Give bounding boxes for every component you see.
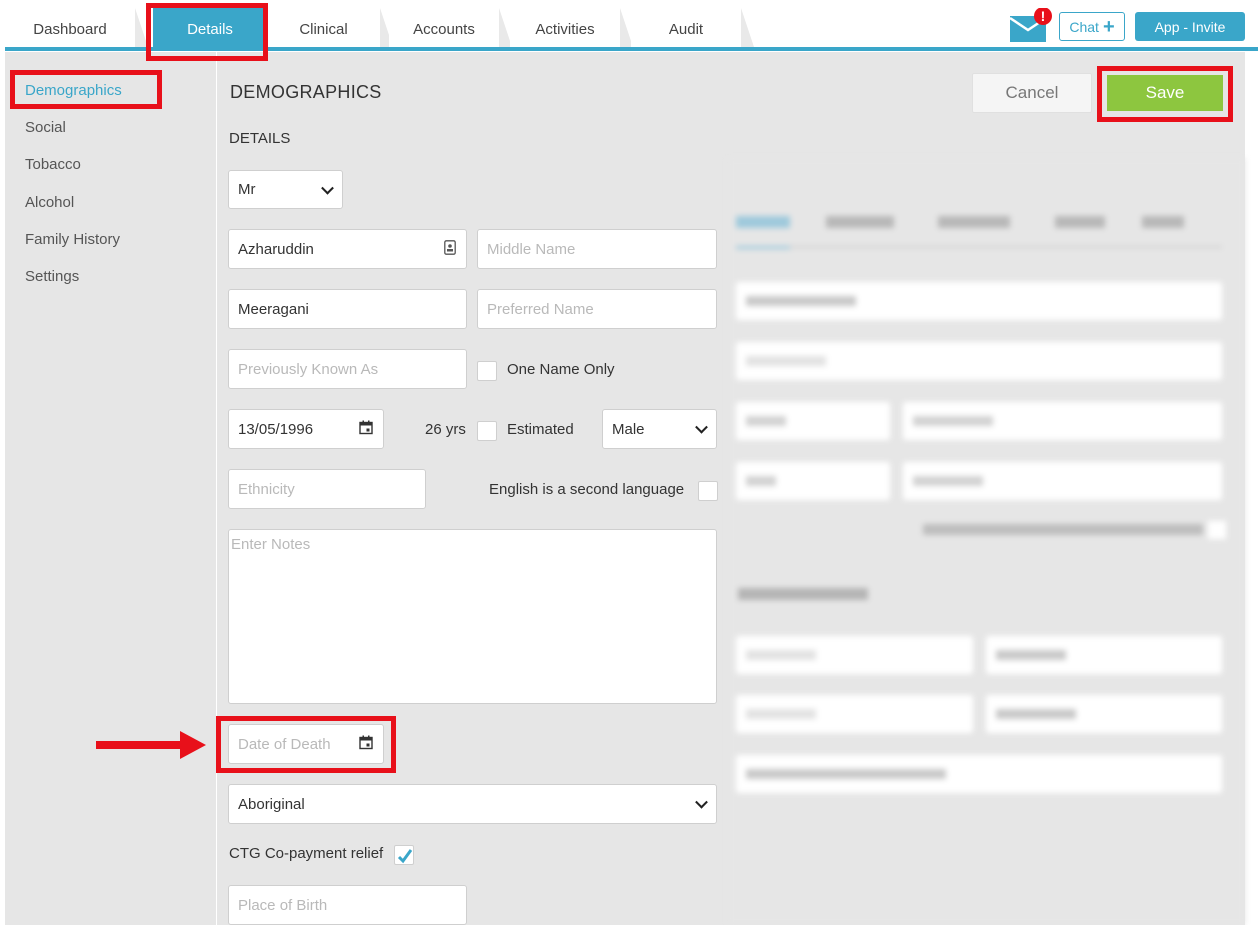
country-select[interactable] <box>903 462 1222 500</box>
place-of-birth-field[interactable]: Place of Birth <box>228 885 467 925</box>
postcode-field[interactable] <box>736 402 890 440</box>
estimated-label: Estimated <box>507 421 574 438</box>
contact-details-heading <box>738 588 868 600</box>
section-title: DETAILS <box>229 130 291 147</box>
envelope-icon: ! <box>1009 7 1052 42</box>
page-title: DEMOGRAPHICS <box>230 82 382 102</box>
contact-card-icon <box>444 240 456 258</box>
home-phone-field[interactable] <box>736 636 973 674</box>
estimated-checkbox[interactable] <box>477 421 497 441</box>
checkmark-icon <box>397 849 413 864</box>
active-tab-indicator <box>736 246 790 249</box>
english-second-language-checkbox[interactable] <box>698 481 718 501</box>
annotation-demographics <box>10 70 162 109</box>
age-label: 26 yrs <box>425 421 466 438</box>
chevron-down-icon <box>321 181 334 195</box>
chevron-down-icon <box>695 795 708 809</box>
address-tab-2[interactable] <box>826 216 894 228</box>
english-second-language-label: English is a second language <box>489 481 685 498</box>
annotation-save-button <box>1097 66 1233 122</box>
sidebar-item-family-history[interactable]: Family History <box>25 231 120 248</box>
update-family-address-checkbox[interactable] <box>1208 521 1226 539</box>
preferred-phone-select[interactable] <box>986 695 1222 733</box>
one-name-only-checkbox[interactable] <box>477 361 497 381</box>
ctg-copayment-label: CTG Co-payment relief <box>229 845 384 862</box>
annotation-arrow-head <box>180 731 206 759</box>
suburb-select[interactable] <box>903 402 1222 440</box>
tab-audit[interactable]: Audit <box>631 8 755 50</box>
address-tab-5[interactable] <box>1142 216 1184 228</box>
tab-accounts[interactable]: Accounts <box>389 8 513 50</box>
notes-textarea[interactable]: Enter Notes <box>228 529 717 704</box>
mobile-number-field[interactable] <box>986 636 1222 674</box>
sidebar: Demographics Social Tobacco Alcohol Fami… <box>5 52 216 925</box>
email-field[interactable] <box>736 755 1222 793</box>
previously-known-as-field[interactable]: Previously Known As <box>228 349 467 389</box>
address-contact-panel <box>728 158 1245 925</box>
cancel-button[interactable]: Cancel <box>972 73 1092 113</box>
annotation-date-of-death <box>216 716 396 773</box>
address-line-1-field[interactable] <box>736 282 1222 320</box>
tab-activities[interactable]: Activities <box>510 8 634 50</box>
state-select[interactable] <box>736 462 890 500</box>
ctg-copayment-checkbox[interactable] <box>394 845 414 865</box>
sidebar-item-alcohol[interactable]: Alcohol <box>25 194 74 211</box>
work-phone-field[interactable] <box>736 695 973 733</box>
address-line-2-field[interactable] <box>736 342 1222 380</box>
chevron-down-icon <box>695 420 708 434</box>
alert-badge: ! <box>1041 8 1046 24</box>
plus-icon: + <box>1102 15 1115 38</box>
calendar-icon <box>359 420 373 438</box>
date-of-birth-field[interactable]: 13/05/1996 <box>228 409 384 449</box>
address-tab-3[interactable] <box>938 216 1010 228</box>
preferred-name-field[interactable]: Preferred Name <box>477 289 717 329</box>
annotation-details-tab <box>146 3 268 61</box>
main-panel: DEMOGRAPHICS DETAILS Cancel Save Mr Azha… <box>217 52 1245 925</box>
sidebar-item-settings[interactable]: Settings <box>25 268 79 285</box>
tab-dashboard[interactable]: Dashboard <box>5 8 149 50</box>
first-name-field[interactable]: Azharuddin <box>228 229 467 269</box>
address-tab-4[interactable] <box>1055 216 1105 228</box>
chat-button[interactable]: Chat + <box>1059 12 1125 41</box>
indigenous-status-select[interactable]: Aboriginal <box>228 784 717 824</box>
annotation-arrow <box>96 741 186 749</box>
one-name-only-label: One Name Only <box>507 361 615 378</box>
mail-button[interactable]: ! <box>1009 7 1052 42</box>
sidebar-item-tobacco[interactable]: Tobacco <box>25 156 81 173</box>
middle-name-field[interactable]: Middle Name <box>477 229 717 269</box>
app-invite-button[interactable]: App - Invite <box>1135 12 1245 41</box>
tab-clinical[interactable]: Clinical <box>267 8 394 50</box>
title-select[interactable]: Mr <box>228 170 343 209</box>
address-tab-primary[interactable] <box>736 216 790 228</box>
last-name-field[interactable]: Meeragani <box>228 289 467 329</box>
sidebar-item-social[interactable]: Social <box>25 119 66 136</box>
update-family-address-label <box>923 524 1203 535</box>
ethnicity-field[interactable]: Ethnicity <box>228 469 426 509</box>
sex-select[interactable]: Male <box>602 409 717 449</box>
tab-divider <box>736 246 1222 248</box>
